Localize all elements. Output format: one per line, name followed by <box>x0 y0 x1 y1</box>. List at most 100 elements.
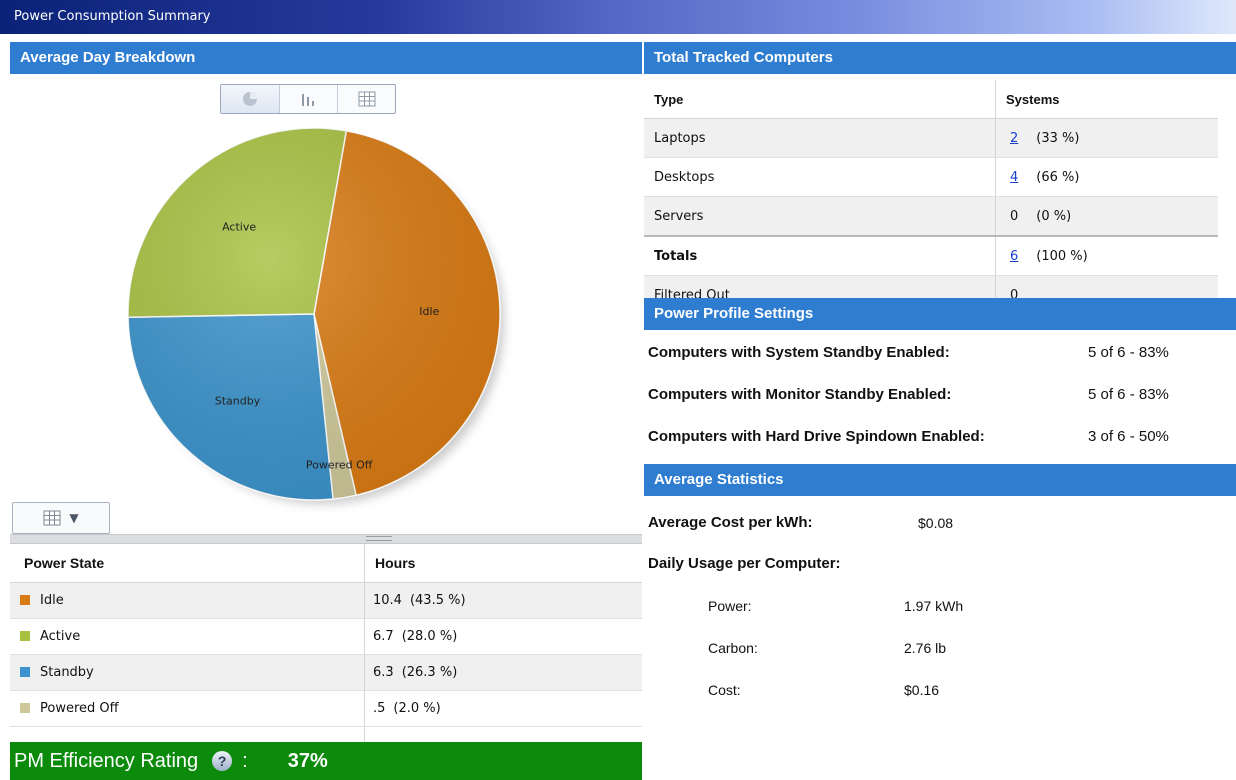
average-day-breakdown-panel: Idle Powered Off Standby Active ▼ Power Sta… <box>10 78 642 780</box>
pie-slice-label: Idle <box>419 305 439 318</box>
power-state-pie-chart: Idle Powered Off Standby Active <box>127 127 504 504</box>
hours-cell: 10.4 (43.5 %) <box>364 582 642 619</box>
pm-efficiency-rating-value: 37% <box>287 749 328 772</box>
chart-view-toggle <box>220 84 396 114</box>
power-state-label: Standby <box>40 665 94 680</box>
system-count-link[interactable]: 6 <box>1010 249 1018 264</box>
hours-value: 10.4 <box>373 593 402 608</box>
hours-percent: (28.0 %) <box>401 629 458 644</box>
system-count-link[interactable]: 2 <box>1010 131 1018 146</box>
profile-setting-row: Computers with Monitor Standby Enabled: 5… <box>648 386 1228 403</box>
bar-view-button[interactable] <box>279 85 337 113</box>
total-tracked-computers-header: Total Tracked Computers <box>644 42 1236 74</box>
pm-efficiency-rating-bar: PM Efficiency Rating ? : 37% <box>10 742 642 780</box>
system-count-link[interactable]: 4 <box>1010 170 1018 185</box>
bar-chart-icon <box>301 94 314 106</box>
table-icon <box>358 91 375 107</box>
type-column-header[interactable]: Type <box>644 80 996 119</box>
splitter-grip-icon <box>366 536 392 541</box>
usage-value: 1.97 kWh <box>904 598 964 614</box>
power-state-cell: Powered Off <box>10 690 365 727</box>
hours-value: 6.3 <box>373 665 394 680</box>
profile-setting-label: Computers with System Standby Enabled: <box>648 344 950 361</box>
hours-column-header[interactable]: Hours <box>364 544 642 583</box>
pie-slice-label: Active <box>222 220 256 233</box>
systems-percent: (33 %) <box>1036 130 1080 146</box>
legend-swatch <box>20 595 30 605</box>
power-state-column-header[interactable]: Power State <box>10 544 365 583</box>
power-profile-settings-header: Power Profile Settings <box>644 298 1236 330</box>
computer-type-label: Desktops <box>644 157 996 197</box>
usage-value: $0.16 <box>904 682 940 698</box>
power-state-label: Powered Off <box>40 701 119 716</box>
hours-value: .5 <box>373 701 386 716</box>
daily-usage-label: Daily Usage per Computer: <box>648 555 841 572</box>
pm-efficiency-rating-label: PM Efficiency Rating <box>14 749 199 772</box>
profile-setting-label: Computers with Monitor Standby Enabled: <box>648 386 952 403</box>
power-state-cell: Idle <box>10 582 365 619</box>
pie-slice-label: Powered Off <box>306 458 373 471</box>
systems-cell: 4 (66 %) <box>995 157 1218 197</box>
pie-view-button[interactable] <box>221 85 279 113</box>
help-icon[interactable]: ? <box>212 751 233 771</box>
totals-cell: 6 (100 %) <box>995 235 1218 276</box>
usage-label: Power: <box>708 598 752 614</box>
profile-setting-row: Computers with Hard Drive Spindown Enabl… <box>648 428 1228 445</box>
hours-value: 6.7 <box>373 629 394 644</box>
totals-percent: (100 %) <box>1036 248 1088 264</box>
average-cost-label: Average Cost per kWh: <box>648 514 813 531</box>
profile-setting-value: 5 of 6 - 83% <box>1088 344 1169 361</box>
power-state-row[interactable]: Idle 10.4 (43.5 %) <box>10 582 642 619</box>
computer-type-label: Laptops <box>644 118 996 158</box>
average-statistics-header: Average Statistics <box>644 464 1236 496</box>
computer-type-row: Desktops 4 (66 %) <box>644 157 1218 197</box>
computer-type-label: Servers <box>644 196 996 237</box>
power-state-row[interactable]: Standby 6.3 (26.3 %) <box>10 654 642 691</box>
tracked-computers-table: Type Systems Laptops 2 (33 %) Desktops 4 (66 … <box>644 80 1218 315</box>
systems-cell: 0 (0 %) <box>995 196 1218 237</box>
profile-setting-value: 3 of 6 - 50% <box>1088 428 1169 445</box>
power-state-label: Idle <box>40 593 64 608</box>
systems-cell: 2 (33 %) <box>995 118 1218 158</box>
pie-chart-icon <box>243 92 257 106</box>
usage-label: Cost: <box>708 682 741 698</box>
hours-percent: (43.5 %) <box>409 593 466 608</box>
power-state-table: Power State Hours Idle 10.4 (43.5 %) Active… <box>10 544 642 747</box>
average-day-breakdown-header: Average Day Breakdown <box>10 42 642 74</box>
profile-setting-row: Computers with System Standby Enabled: 5 … <box>648 344 1228 361</box>
power-state-row[interactable]: Powered Off .5 (2.0 %) <box>10 690 642 727</box>
systems-column-header[interactable]: Systems <box>995 80 1218 119</box>
profile-setting-value: 5 of 6 - 83% <box>1088 386 1169 403</box>
power-state-label: Active <box>40 629 81 644</box>
hours-cell: 6.3 (26.3 %) <box>364 654 642 691</box>
pie-slice-label: Standby <box>215 394 261 407</box>
table-menu-button[interactable]: ▼ <box>12 502 110 534</box>
window-title: Power Consumption Summary <box>0 0 1236 34</box>
legend-swatch <box>20 631 30 641</box>
legend-swatch <box>20 667 30 677</box>
power-state-cell: Active <box>10 618 365 655</box>
hours-cell: .5 (2.0 %) <box>364 690 642 727</box>
hours-cell: 6.7 (28.0 %) <box>364 618 642 655</box>
hours-percent: (26.3 %) <box>401 665 458 680</box>
power-state-cell: Standby <box>10 654 365 691</box>
profile-setting-label: Computers with Hard Drive Spindown Enabl… <box>648 428 985 445</box>
usage-value: 2.76 lb <box>904 640 947 656</box>
systems-percent: (0 %) <box>1036 208 1072 224</box>
totals-row: Totals 6 (100 %) <box>644 235 1218 276</box>
hours-percent: (2.0 %) <box>393 701 441 716</box>
systems-percent: (66 %) <box>1036 169 1080 185</box>
computer-type-row: Servers 0 (0 %) <box>644 196 1218 237</box>
dropdown-arrow-icon: ▼ <box>69 511 79 525</box>
panel-splitter[interactable] <box>10 534 642 544</box>
usage-label: Carbon: <box>708 640 758 656</box>
totals-label: Totals <box>644 235 996 276</box>
system-count: 0 <box>1010 208 1019 224</box>
computer-type-row: Laptops 2 (33 %) <box>644 118 1218 158</box>
table-view-button[interactable] <box>337 85 395 113</box>
rating-separator: : <box>242 749 248 772</box>
table-icon <box>43 510 61 526</box>
average-cost-value: $0.08 <box>918 515 954 531</box>
legend-swatch <box>20 703 30 713</box>
power-state-row[interactable]: Active 6.7 (28.0 %) <box>10 618 642 655</box>
